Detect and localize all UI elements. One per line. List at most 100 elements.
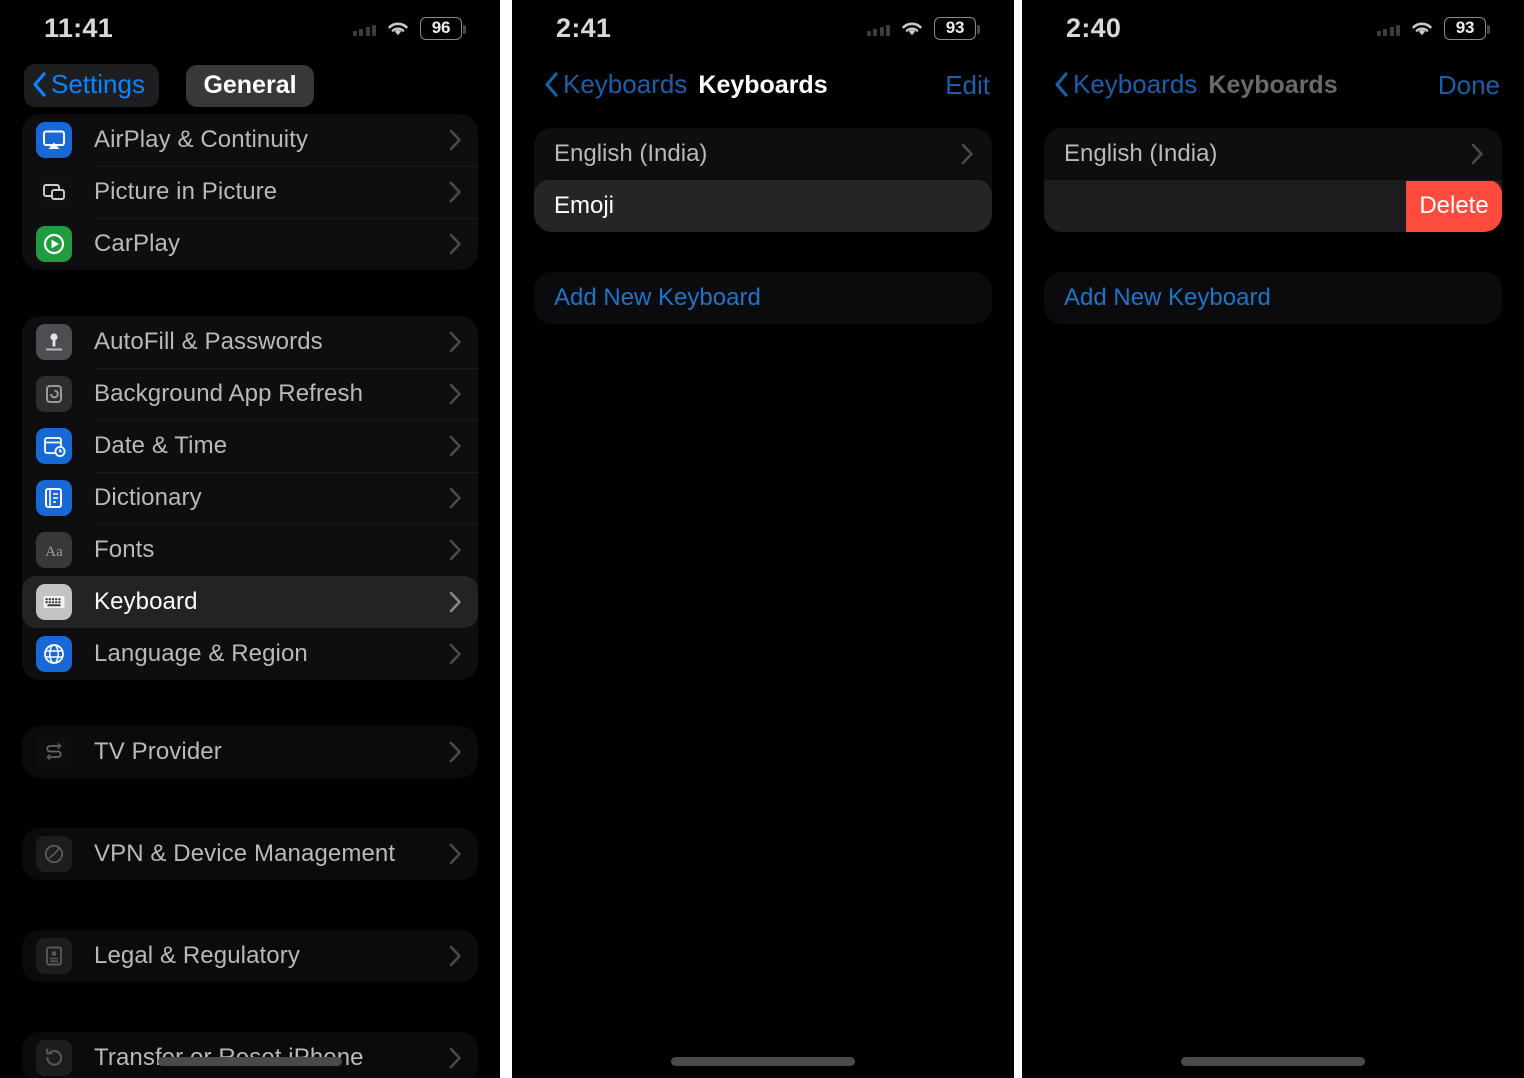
sidebar-item-label: CarPlay bbox=[94, 230, 181, 257]
chevron-right-icon bbox=[449, 233, 461, 255]
edit-button[interactable]: Edit bbox=[945, 70, 990, 101]
list-item-english-india[interactable]: English (India) bbox=[534, 128, 992, 180]
sidebar-item-tv-provider[interactable]: TV Provider bbox=[22, 726, 478, 778]
add-new-keyboard-label: Add New Keyboard bbox=[1064, 284, 1271, 311]
settings-section-transfer-reset: Transfer or Reset iPhone bbox=[22, 1032, 478, 1078]
battery-percent: 93 bbox=[1455, 18, 1475, 37]
status-bar: 11:41 96 bbox=[0, 0, 500, 56]
back-button-label: Settings bbox=[51, 68, 145, 99]
home-indicator bbox=[1181, 1057, 1365, 1066]
carplay-icon bbox=[36, 226, 72, 262]
keyboards-list: English (India) Emoji Add New Keyboard bbox=[512, 114, 1014, 324]
sidebar-item-label: TV Provider bbox=[94, 738, 222, 765]
globe-icon bbox=[36, 636, 72, 672]
panel-keyboards-list: 2:41 93 Keyboards Keyboards Edit English… bbox=[512, 0, 1014, 1078]
keyboard-label: Emoji bbox=[554, 192, 615, 219]
keyboards-section: English (India) Delete bbox=[1044, 128, 1502, 232]
settings-list: AirPlay & Continuity Picture in Picture bbox=[0, 114, 500, 1078]
keyboard-label: English (India) bbox=[1064, 140, 1218, 167]
three-panel-screenshot: 11:41 96 Settings General AirPlay & Cont… bbox=[0, 0, 1524, 1078]
sidebar-item-vpn-device-management[interactable]: VPN & Device Management bbox=[22, 828, 478, 880]
page-title-label: General bbox=[186, 64, 314, 107]
sidebar-item-label: Language & Region bbox=[94, 640, 308, 667]
keyboard-icon bbox=[36, 584, 72, 620]
chevron-left-icon bbox=[33, 71, 46, 97]
settings-section-legal: Legal & Regulatory bbox=[22, 930, 478, 982]
back-button-keyboards[interactable]: Keyboards bbox=[536, 64, 701, 107]
battery-indicator: 93 bbox=[1444, 16, 1490, 40]
battery-percent: 96 bbox=[431, 18, 451, 37]
home-indicator bbox=[671, 1057, 855, 1066]
add-new-keyboard-label: Add New Keyboard bbox=[554, 284, 761, 311]
settings-section-media: AirPlay & Continuity Picture in Picture bbox=[22, 114, 478, 270]
sidebar-item-label: Fonts bbox=[94, 536, 155, 563]
back-button-label: Keyboards bbox=[1073, 68, 1198, 99]
sidebar-item-label: AirPlay & Continuity bbox=[94, 126, 309, 153]
list-item-emoji[interactable]: Emoji bbox=[534, 180, 992, 232]
add-keyboard-section: Add New Keyboard bbox=[1044, 272, 1502, 324]
chevron-right-icon bbox=[961, 143, 973, 165]
back-button-settings[interactable]: Settings bbox=[24, 63, 159, 107]
svg-text:Aa: Aa bbox=[45, 544, 63, 560]
status-bar-indicators: 93 bbox=[866, 16, 980, 40]
chevron-right-icon bbox=[449, 643, 461, 665]
sidebar-item-autofill[interactable]: AutoFill & Passwords bbox=[22, 316, 478, 368]
sidebar-item-transfer-reset-iphone[interactable]: Transfer or Reset iPhone bbox=[22, 1032, 478, 1078]
status-bar: 2:40 93 bbox=[1022, 0, 1524, 56]
sidebar-item-label: Legal & Regulatory bbox=[94, 942, 300, 969]
wifi-icon bbox=[388, 22, 408, 35]
cellular-bars-icon bbox=[1376, 20, 1400, 36]
chevron-right-icon bbox=[449, 487, 461, 509]
calendar-clock-icon bbox=[36, 428, 72, 464]
status-bar-time: 2:40 bbox=[1066, 12, 1122, 43]
chevron-right-icon bbox=[449, 741, 461, 763]
refresh-icon bbox=[36, 376, 72, 412]
sidebar-item-keyboard[interactable]: Keyboard bbox=[22, 576, 478, 628]
sidebar-item-picture-in-picture[interactable]: Picture in Picture bbox=[22, 166, 478, 218]
panel-keyboards-edit: 2:40 93 Keyboards Keyboards Done English… bbox=[1022, 0, 1524, 1078]
sidebar-item-language-region[interactable]: Language & Region bbox=[22, 628, 478, 680]
sidebar-item-background-app-refresh[interactable]: Background App Refresh bbox=[22, 368, 478, 420]
swipe-to-delete-row: Delete bbox=[1044, 180, 1502, 232]
done-button[interactable]: Done bbox=[1438, 70, 1500, 101]
navigation-bar: Settings General bbox=[0, 56, 500, 114]
fonts-aa-icon: Aa bbox=[36, 532, 72, 568]
page-title-label: Keyboards bbox=[698, 70, 828, 99]
delete-button[interactable]: Delete bbox=[1406, 180, 1502, 232]
chevron-right-icon bbox=[449, 331, 461, 353]
chevron-left-icon bbox=[1055, 71, 1068, 97]
legal-icon bbox=[36, 938, 72, 974]
sidebar-item-fonts[interactable]: Aa Fonts bbox=[22, 524, 478, 576]
back-button-keyboards[interactable]: Keyboards bbox=[1046, 64, 1211, 107]
sidebar-item-label: AutoFill & Passwords bbox=[94, 328, 323, 355]
status-bar-indicators: 93 bbox=[1376, 16, 1490, 40]
sidebar-item-dictionary[interactable]: Dictionary bbox=[22, 472, 478, 524]
chevron-right-icon bbox=[449, 843, 461, 865]
status-bar: 2:41 93 bbox=[512, 0, 1014, 56]
picture-in-picture-icon bbox=[36, 174, 72, 210]
chevron-right-icon bbox=[1471, 143, 1483, 165]
sidebar-item-airplay[interactable]: AirPlay & Continuity bbox=[22, 114, 478, 166]
panel-divider-1 bbox=[500, 0, 512, 1078]
sidebar-item-date-time[interactable]: Date & Time bbox=[22, 420, 478, 472]
add-new-keyboard-button[interactable]: Add New Keyboard bbox=[1044, 272, 1502, 324]
vpn-icon bbox=[36, 836, 72, 872]
chevron-right-icon bbox=[449, 435, 461, 457]
sidebar-item-legal-regulatory[interactable]: Legal & Regulatory bbox=[22, 930, 478, 982]
chevron-right-icon bbox=[449, 539, 461, 561]
airplay-icon bbox=[36, 122, 72, 158]
panel-divider-2 bbox=[1014, 0, 1022, 1078]
home-indicator bbox=[158, 1057, 342, 1066]
chevron-right-icon bbox=[449, 945, 461, 967]
add-new-keyboard-button[interactable]: Add New Keyboard bbox=[534, 272, 992, 324]
cellular-bars-icon bbox=[352, 20, 376, 36]
keyboard-label: English (India) bbox=[554, 140, 708, 167]
keyboards-section: English (India) Emoji bbox=[534, 128, 992, 232]
delete-row-content[interactable] bbox=[1044, 180, 1406, 232]
battery-indicator: 96 bbox=[420, 16, 466, 40]
list-item-english-india[interactable]: English (India) bbox=[1044, 128, 1502, 180]
sidebar-item-carplay[interactable]: CarPlay bbox=[22, 218, 478, 270]
status-bar-time: 11:41 bbox=[44, 12, 114, 43]
key-icon bbox=[36, 324, 72, 360]
status-bar-time: 2:41 bbox=[556, 12, 612, 43]
